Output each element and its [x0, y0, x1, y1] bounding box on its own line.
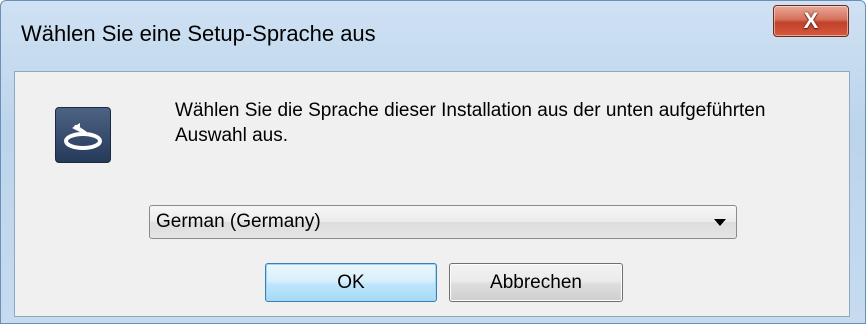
setup-icon-graphic [64, 123, 102, 150]
ok-button[interactable]: OK [265, 263, 437, 302]
language-select-value: German (Germany) [156, 211, 321, 232]
instruction-text: Wählen Sie die Sprache dieser Installati… [175, 100, 766, 146]
setup-icon [55, 107, 111, 163]
chevron-down-icon[interactable] [714, 219, 726, 226]
dialog-body: Wählen Sie die Sprache dieser Installati… [14, 71, 850, 317]
close-button[interactable]: X [773, 5, 849, 37]
close-icon: X [803, 8, 819, 33]
window-title: Wählen Sie eine Setup-Sprache aus [21, 21, 376, 46]
setup-language-dialog: Wählen Sie eine Setup-Sprache aus X Wähl… [0, 0, 866, 324]
cancel-button[interactable]: Abbrechen [449, 263, 623, 302]
language-select[interactable]: German (Germany) [149, 205, 737, 239]
title-bar[interactable]: Wählen Sie eine Setup-Sprache aus X [1, 1, 865, 59]
